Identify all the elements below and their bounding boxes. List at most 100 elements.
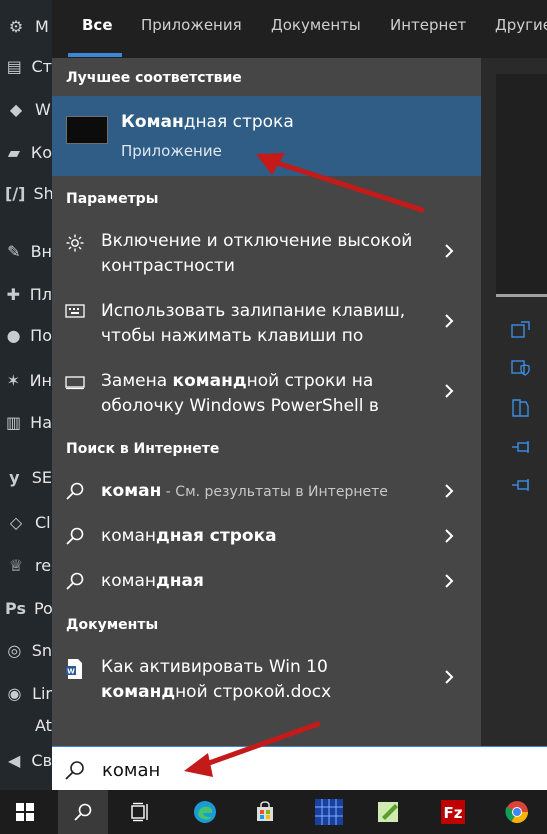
best-match-command-prompt[interactable]: Командная строка Приложение (52, 96, 481, 176)
chevron-right-icon (443, 668, 457, 688)
wp-menu-item[interactable]: ⚙ M (0, 6, 52, 46)
wp-menu-label: Lir (32, 683, 52, 703)
best-match-title-rest: дная строка (183, 112, 294, 132)
wp-menu-item[interactable]: ◇ Cl (0, 502, 52, 542)
fingerprint-icon: ◉ (7, 683, 22, 703)
tab-documents[interactable]: Документы (271, 16, 361, 34)
start-button[interactable] (0, 790, 50, 834)
wp-menu-item[interactable]: ▥ На (0, 402, 52, 442)
web-result-typed: коман (101, 571, 157, 591)
search-icon (64, 480, 86, 502)
wp-menu-item[interactable]: ◀ Св (0, 740, 52, 780)
wp-menu-item[interactable]: ● По (0, 315, 52, 355)
wp-menu-label: Cl (35, 512, 51, 532)
chevron-right-icon (443, 242, 457, 262)
wp-menu-item[interactable]: [/] Sh (0, 173, 52, 213)
wp-menu-item[interactable]: ♕ re (0, 545, 52, 585)
wp-menu-label: Вн (30, 241, 52, 261)
settings-item-line1-pre: Замена (101, 371, 173, 391)
section-settings: Параметры (66, 191, 159, 207)
code-icon: ◆ (9, 99, 23, 119)
svg-text:W: W (67, 668, 75, 676)
taskbar-app-blue[interactable] (304, 790, 354, 834)
task-view-button[interactable] (116, 790, 166, 834)
match-highlight: команд (172, 371, 247, 391)
preview-divider (496, 294, 547, 297)
settings-item-line1-post: ной строки на (246, 371, 374, 391)
web-result-komandnaya[interactable]: командная (52, 568, 481, 596)
tab-apps[interactable]: Приложения (141, 16, 242, 34)
wp-menu-label: At (35, 715, 52, 735)
settings-item-powershell[interactable]: Замена командной строки на оболочку Wind… (52, 366, 481, 422)
web-result-completion: дная строка (156, 526, 277, 546)
active-tab-indicator (68, 53, 122, 57)
web-result-typed: коман (101, 526, 157, 546)
pin-to-taskbar-icon[interactable] (511, 477, 531, 497)
chevron-right-icon (443, 572, 457, 592)
wp-menu-label: Sh (33, 183, 52, 203)
tab-all[interactable]: Все (82, 16, 113, 34)
wp-menu-label: Po (33, 598, 52, 618)
wp-menu-item[interactable]: ▰ Ко (0, 132, 52, 172)
settings-item-line1: Использовать залипание клавиш, (101, 301, 406, 321)
start-search-panel: Все Приложения Документы Интернет Другие… (52, 0, 547, 790)
wp-menu-label: Св (31, 750, 52, 770)
wp-menu-label: На (30, 412, 52, 432)
wp-menu-item[interactable]: ◎ Sn (0, 630, 52, 670)
document-title-line2: ной строкой.docx (175, 682, 332, 702)
search-button[interactable] (58, 790, 108, 834)
grid-app-icon (315, 799, 343, 825)
wp-menu-item[interactable]: ✎ Вн (0, 231, 52, 271)
tab-more[interactable]: Другие (495, 16, 547, 34)
open-icon[interactable] (511, 321, 531, 343)
wp-menu-item[interactable]: At (0, 705, 52, 745)
blank-icon (5, 714, 27, 736)
wp-menu-item[interactable]: ▤ Ст (0, 46, 52, 86)
wp-menu-label: Ко (30, 142, 52, 162)
plugins-icon: ✚ (6, 284, 21, 304)
wp-menu-item[interactable]: ◆ W (0, 89, 52, 129)
chevron-right-icon (443, 527, 457, 547)
wp-admin-sidebar: ⚙ M ▤ Ст ◆ W ▰ Ко [/] Sh ✎ Вн ✚ Пл ● По ✶ Ин ▥ На y SE ◇ Cl ♕ re P… (0, 0, 52, 790)
run-as-admin-icon[interactable] (511, 359, 531, 381)
wp-menu-item[interactable]: ✶ Ин (0, 360, 52, 400)
pin-to-start-icon[interactable] (511, 439, 531, 459)
search-box[interactable] (52, 746, 547, 791)
keyboard-icon (64, 300, 86, 322)
search-tabs: Все Приложения Документы Интернет Другие (52, 0, 547, 58)
notepad-icon (378, 802, 398, 822)
wp-menu-label: SE (31, 467, 52, 487)
wp-menu-label: Ин (29, 370, 52, 390)
web-result-koman[interactable]: коман - См. результаты в Интернете (52, 478, 481, 506)
edge-browser-icon (194, 801, 216, 823)
chevron-right-icon (443, 482, 457, 502)
settings-item-line2: оболочку Windows PowerShell в (101, 396, 379, 416)
taskbar-notepad[interactable] (364, 790, 414, 834)
chevron-right-icon (443, 312, 457, 332)
settings-item-high-contrast[interactable]: Включение и отключение высокой контрастн… (52, 226, 481, 282)
section-web-search: Поиск в Интернете (66, 441, 220, 457)
wp-menu-label: re (35, 555, 52, 575)
search-input[interactable] (100, 755, 524, 785)
yoast-icon: y (9, 467, 20, 487)
taskbar-chrome[interactable] (492, 790, 542, 834)
wp-menu-item[interactable]: y SE (0, 457, 52, 497)
wp-menu-item[interactable]: ✚ Пл (0, 274, 52, 314)
taskbar-filezilla[interactable]: Fz (428, 790, 478, 834)
settings-item-line2: чтобы нажимать клавиши по (101, 326, 364, 346)
search-icon (64, 525, 86, 547)
section-documents: Документы (66, 617, 159, 633)
web-result-komandnaya-stroka[interactable]: командная строка (52, 523, 481, 551)
search-icon (74, 803, 92, 821)
document-result[interactable]: W Как активировать Win 10 командной стро… (52, 652, 481, 708)
settings-item-sticky-keys[interactable]: Использовать залипание клавиш, чтобы наж… (52, 296, 481, 352)
taskbar-edge[interactable] (180, 790, 230, 834)
wp-menu-item[interactable]: Ps Po (0, 588, 52, 628)
cmd-app-icon (66, 116, 108, 144)
open-file-location-icon[interactable] (511, 398, 531, 422)
wp-menu-label: По (30, 325, 52, 345)
tab-web[interactable]: Интернет (390, 16, 466, 34)
taskbar-store[interactable] (240, 790, 290, 834)
pages-icon: ▤ (6, 56, 22, 76)
ps-icon: Ps (5, 598, 26, 618)
